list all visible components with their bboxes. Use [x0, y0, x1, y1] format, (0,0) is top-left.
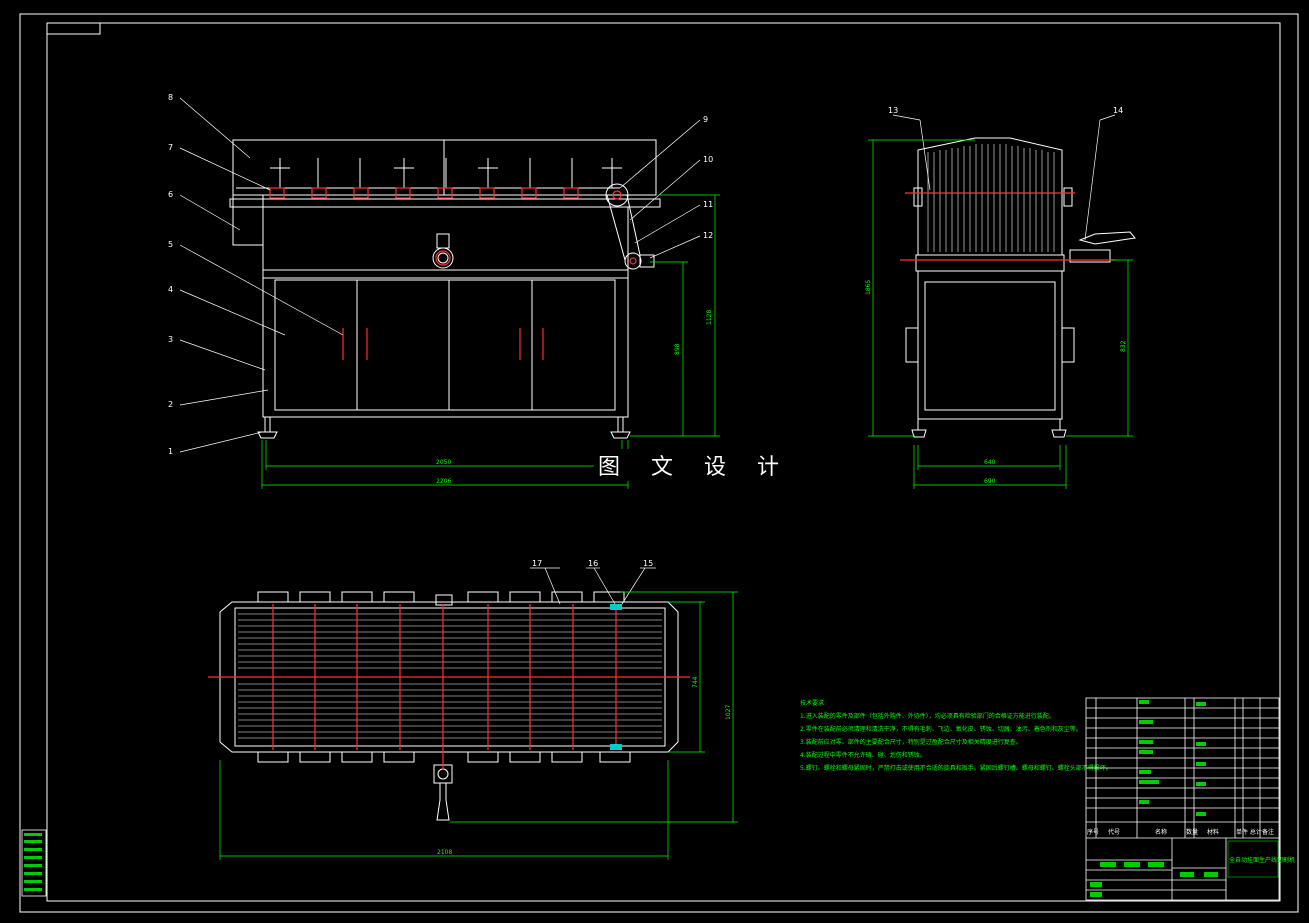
label-13: 13	[888, 106, 898, 115]
tech-title: 技术要求	[800, 699, 824, 707]
label-6: 6	[168, 190, 173, 199]
top-view-leaders	[530, 567, 656, 605]
side-view-leaders	[892, 114, 1116, 241]
top-view-rails	[238, 613, 662, 739]
side-view	[905, 137, 1136, 438]
tb-header-remark: 备注	[1262, 828, 1274, 836]
watermark: 图 文 设 计	[594, 449, 795, 481]
dim-front-top: 1128	[706, 310, 713, 325]
front-view-dimensions	[261, 194, 720, 489]
dim-front-mid: 898	[674, 343, 681, 355]
dim-top-inner: 744	[692, 676, 699, 688]
label-5: 5	[168, 240, 173, 249]
technical-requirements: 技术要求 1.进入装配的零件及部件（包括外购件、外协件），均必须具有检验部门的合…	[800, 699, 1112, 772]
dim-top-outer: 1027	[725, 705, 732, 720]
drawing-title: 全自动挂面生产线切割机	[1229, 856, 1295, 864]
tb-header-material: 材料	[1207, 828, 1219, 836]
dim-front-inner: 2050	[436, 459, 451, 466]
tech-item-5: 5.螺钉、螺栓和螺母紧固时，严禁打击或使用不合适的旋具和扳手。紧固后螺钉槽、螺母…	[800, 764, 1112, 772]
front-view-labels: 8 7 6 5 4 3 2 1 9 10 11 12	[168, 93, 713, 456]
tb-header-code: 代号	[1108, 828, 1120, 836]
top-view-labels: 17 16 15	[532, 559, 653, 568]
top-view-dim-text: 2108 744 1027	[437, 676, 732, 856]
dim-side-outer: 690	[984, 478, 996, 485]
tb-header-no: 序号	[1087, 828, 1099, 836]
title-block-green-cells	[1090, 700, 1279, 897]
front-view	[229, 139, 661, 439]
dim-side-inner: 640	[984, 459, 996, 466]
label-4: 4	[168, 285, 173, 294]
side-view-labels: 13 14	[888, 106, 1123, 115]
dim-top-width: 2108	[437, 849, 452, 856]
label-2: 2	[168, 400, 173, 409]
tb-header-qty: 数量	[1186, 828, 1198, 836]
tech-item-4: 4.装配过程中零件不允许磕、碰、划伤和锈蚀。	[800, 751, 926, 759]
front-view-red-hubs	[269, 187, 637, 360]
tech-item-1: 1.进入装配的零件及部件（包括外购件、外协件），均必须具有检验部门的合格证方能进…	[800, 712, 1055, 720]
tech-item-2: 2.零件在装配前必须清理和清洗干净，不得有毛刺、飞边、氧化皮、锈蚀、切屑、油污、…	[800, 725, 1082, 733]
label-12: 12	[703, 231, 713, 240]
side-view-dimensions	[868, 139, 1133, 489]
label-14: 14	[1113, 106, 1123, 115]
title-block	[1085, 697, 1280, 901]
label-7: 7	[168, 143, 173, 152]
dim-side-total: 1865	[865, 280, 872, 295]
tech-item-3: 3.装配前应对零、部件的主要配合尺寸，特别是过盈配合尺寸及相关精度进行复查。	[800, 738, 1022, 746]
label-15: 15	[643, 559, 653, 568]
left-strip-block	[21, 829, 47, 897]
side-view-dim-text: 1865 832 640 690	[865, 280, 1127, 485]
front-view-cutters	[270, 158, 622, 188]
tb-header-name: 名称	[1155, 828, 1167, 836]
tb-header-weight: 单件 总计	[1236, 828, 1262, 836]
label-8: 8	[168, 93, 173, 102]
dim-side-right: 832	[1120, 340, 1127, 352]
title-block-headers: 序号 代号 名称 数量 材料 单件 总计 备注 全自动挂面生产线切割机	[1087, 828, 1295, 864]
label-16: 16	[588, 559, 598, 568]
side-view-fins	[927, 144, 1055, 252]
label-10: 10	[703, 155, 713, 164]
label-9: 9	[703, 115, 708, 124]
label-1: 1	[168, 447, 173, 456]
label-3: 3	[168, 335, 173, 344]
dim-front-outer: 2206	[436, 478, 451, 485]
front-view-leaders	[179, 97, 701, 453]
label-17: 17	[532, 559, 542, 568]
label-11: 11	[703, 200, 713, 209]
